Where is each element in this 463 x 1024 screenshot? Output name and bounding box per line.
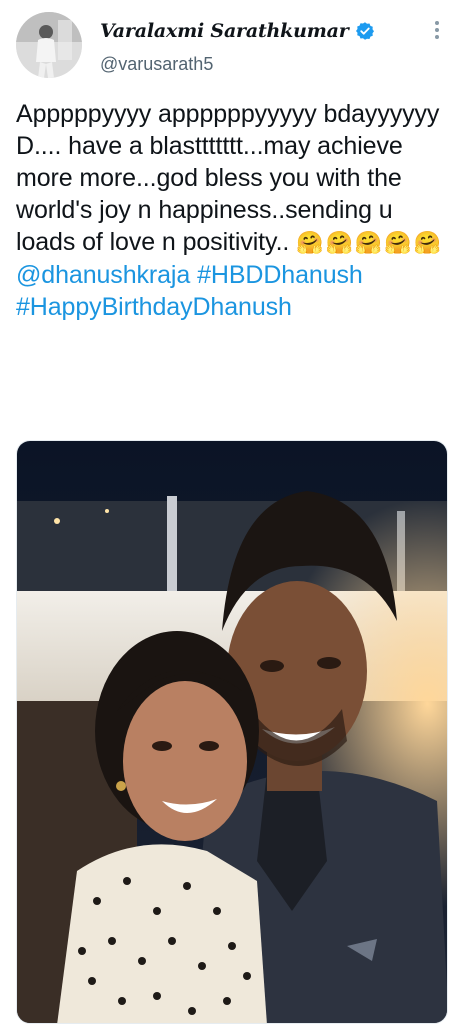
hug-emoji-row: 🤗🤗🤗🤗🤗: [296, 230, 444, 255]
tweet-header: Varalaxmi Sarathkumar @varusarath5: [16, 10, 451, 80]
more-vertical-icon[interactable]: [431, 18, 443, 42]
dot: [435, 28, 439, 32]
selfie-photo: [17, 441, 447, 1023]
name-row: Varalaxmi Sarathkumar: [100, 20, 375, 42]
avatar[interactable]: [16, 12, 82, 78]
hashtag-link[interactable]: #HappyBirthdayDhanush: [16, 293, 292, 321]
handle[interactable]: @varusarath5: [100, 54, 213, 75]
dot: [435, 21, 439, 25]
mention-link[interactable]: @dhanushkraja: [16, 261, 190, 289]
dot: [435, 35, 439, 39]
hashtag-link[interactable]: #HBDDhanush: [197, 261, 363, 289]
tweet-text: Apppppyyyy appppppyyyyy bdayyyyyy D.... …: [16, 98, 448, 323]
user-avatar-icon: [16, 12, 82, 78]
verified-badge-icon: [355, 22, 374, 40]
display-name[interactable]: Varalaxmi Sarathkumar: [100, 20, 349, 42]
tweet-photo[interactable]: [16, 440, 448, 1024]
